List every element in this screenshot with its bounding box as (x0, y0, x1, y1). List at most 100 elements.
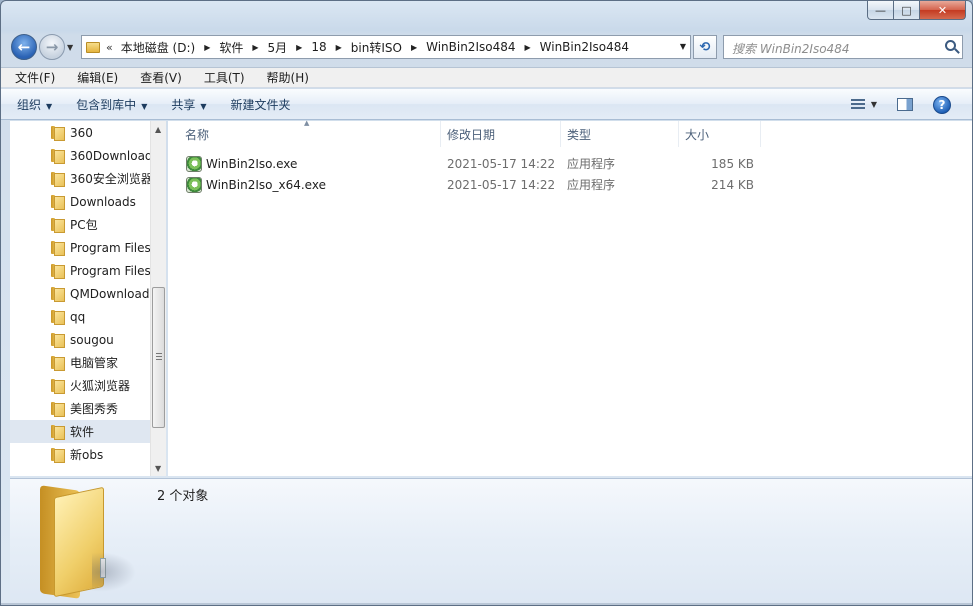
include-library-label: 包含到库中 (76, 97, 137, 112)
chevron-down-icon: ▼ (200, 101, 207, 111)
organize-button[interactable]: 组织 ▼ (17, 96, 52, 113)
menu-bar: 文件(F) 编辑(E) 查看(V) 工具(T) 帮助(H) (1, 67, 972, 88)
large-folder-icon (32, 482, 142, 599)
tree-item-label: 新obs (70, 448, 104, 462)
file-row[interactable]: WinBin2Iso_x64.exe 2021-05-17 14:22 应用程序… (168, 174, 928, 195)
folder-icon (50, 126, 65, 141)
tree-item[interactable]: 电脑管家 (10, 351, 150, 374)
menu-edit[interactable]: 编辑(E) (73, 69, 122, 86)
tree-item-label: 360Download (70, 148, 150, 163)
view-controls: ▼ ? (850, 89, 972, 120)
explorer-window: — □ ✕ ← → ▼ « 本地磁盘 (D:) ▶ 软件 ▶ 5月 ▶ 18 ▶… (0, 0, 973, 606)
tree-item[interactable]: 火狐浏览器 (10, 374, 150, 397)
file-name-cell: WinBin2Iso.exe (186, 153, 297, 174)
folder-icon (50, 402, 65, 417)
forward-button[interactable]: → (39, 34, 65, 60)
menu-file[interactable]: 文件(F) (11, 69, 59, 86)
column-header-size[interactable]: 大小 (679, 121, 761, 147)
chevron-down-icon: ▼ (141, 101, 148, 111)
tree-item-label: sougou (70, 332, 114, 347)
folder-icon (50, 333, 65, 348)
tree-item[interactable]: qq (10, 305, 150, 328)
window-controls: — □ ✕ (867, 1, 966, 20)
menu-tools[interactable]: 工具(T) (200, 69, 249, 86)
file-name: WinBin2Iso.exe (206, 156, 298, 171)
tree-item[interactable]: 360 (10, 121, 150, 144)
column-header-date[interactable]: 修改日期 (441, 121, 561, 147)
refresh-button[interactable]: ⟲ (693, 35, 717, 59)
breadcrumb-separator-icon[interactable]: ▶ (296, 43, 302, 52)
tree-item-label: Program Files (70, 240, 150, 255)
breadcrumb: 本地磁盘 (D:) ▶ 软件 ▶ 5月 ▶ 18 ▶ bin转ISO ▶ Win… (121, 39, 629, 56)
menu-view[interactable]: 查看(V) (136, 69, 186, 86)
grip-icon (156, 353, 162, 360)
folder-icon (50, 356, 65, 371)
tree-item[interactable]: 360Download (10, 144, 150, 167)
address-bar[interactable]: « 本地磁盘 (D:) ▶ 软件 ▶ 5月 ▶ 18 ▶ bin转ISO ▶ W… (81, 35, 691, 59)
tree-scrollbar[interactable]: ▲ ▼ (150, 121, 166, 476)
address-dropdown-icon[interactable]: ▼ (680, 42, 686, 51)
file-list: ▲ 名称 修改日期 类型 大小 WinBin2Iso.exe 2021-05-1… (168, 119, 972, 476)
column-header-type[interactable]: 类型 (561, 121, 679, 147)
tree-item[interactable]: Program Files (10, 236, 150, 259)
tree-item[interactable]: Program Files (10, 259, 150, 282)
breadcrumb-item[interactable]: WinBin2Iso484 (540, 40, 629, 54)
breadcrumb-separator-icon[interactable]: ▶ (204, 43, 210, 52)
application-icon (186, 155, 202, 172)
breadcrumb-item[interactable]: 18 (311, 40, 326, 54)
include-in-library-button[interactable]: 包含到库中 ▼ (76, 96, 147, 113)
breadcrumb-separator-icon[interactable]: ▶ (252, 43, 258, 52)
tree-item[interactable]: 美图秀秀 (10, 397, 150, 420)
breadcrumb-overflow[interactable]: « (106, 41, 113, 54)
tree-item[interactable]: PC包 (10, 213, 150, 236)
search-icon[interactable] (945, 40, 956, 51)
folder-icon (86, 41, 100, 53)
help-icon[interactable]: ? (933, 95, 951, 114)
preview-pane-icon[interactable] (897, 98, 913, 111)
maximize-button[interactable]: □ (894, 1, 920, 20)
new-folder-button[interactable]: 新建文件夹 (231, 96, 291, 113)
scroll-down-icon[interactable]: ▼ (155, 464, 161, 473)
tree-item-label: 火狐浏览器 (70, 379, 131, 393)
command-bar: 组织 ▼ 包含到库中 ▼ 共享 ▼ 新建文件夹 ▼ ? (1, 89, 972, 120)
tree-item-label: 美图秀秀 (70, 402, 119, 416)
tree-item[interactable]: sougou (10, 328, 150, 351)
close-button[interactable]: ✕ (920, 1, 966, 20)
tree-item-selected[interactable]: 软件 (10, 420, 150, 443)
file-name: WinBin2Iso_x64.exe (206, 177, 326, 192)
tree-item-label: Downloads (70, 194, 136, 209)
column-header-name[interactable]: 名称 (168, 121, 441, 147)
refresh-icon: ⟲ (699, 39, 711, 55)
navigation-pane: 360 360Download 360安全浏览器 Downloads PC包 P… (10, 121, 166, 476)
breadcrumb-separator-icon[interactable]: ▶ (524, 43, 530, 52)
breadcrumb-item[interactable]: 本地磁盘 (D:) (121, 39, 195, 56)
recent-pages-dropdown-icon[interactable]: ▼ (67, 43, 73, 52)
breadcrumb-item[interactable]: 软件 (219, 39, 243, 56)
file-name-cell: WinBin2Iso_x64.exe (186, 174, 326, 195)
tree-item[interactable]: QMDownload (10, 282, 150, 305)
tree-item[interactable]: Downloads (10, 190, 150, 213)
view-dropdown-icon[interactable]: ▼ (871, 100, 877, 109)
minimize-button[interactable]: — (867, 1, 894, 20)
breadcrumb-item[interactable]: bin转ISO (351, 39, 402, 56)
share-label: 共享 (171, 97, 196, 112)
breadcrumb-separator-icon[interactable]: ▶ (411, 43, 417, 52)
file-size: 185 KB (711, 156, 754, 171)
menu-help[interactable]: 帮助(H) (263, 69, 313, 86)
search-input[interactable]: 搜索 WinBin2Iso484 (723, 35, 963, 59)
view-options-icon[interactable] (850, 99, 865, 110)
breadcrumb-separator-icon[interactable]: ▶ (336, 43, 342, 52)
object-count: 2 个对象 (157, 489, 209, 504)
share-button[interactable]: 共享 ▼ (171, 96, 206, 113)
tree-item[interactable]: 新obs (10, 443, 150, 466)
scroll-up-icon[interactable]: ▲ (155, 125, 161, 134)
tree-item[interactable]: 360安全浏览器 (10, 167, 150, 190)
breadcrumb-item[interactable]: WinBin2Iso484 (426, 40, 515, 54)
scrollbar-thumb[interactable] (152, 287, 165, 428)
folder-icon (50, 379, 65, 394)
breadcrumb-item[interactable]: 5月 (268, 39, 288, 56)
back-button[interactable]: ← (11, 34, 37, 60)
file-row[interactable]: WinBin2Iso.exe 2021-05-17 14:22 应用程序 185… (168, 153, 928, 174)
search-placeholder: 搜索 WinBin2Iso484 (732, 42, 850, 56)
folder-icon (50, 448, 65, 463)
